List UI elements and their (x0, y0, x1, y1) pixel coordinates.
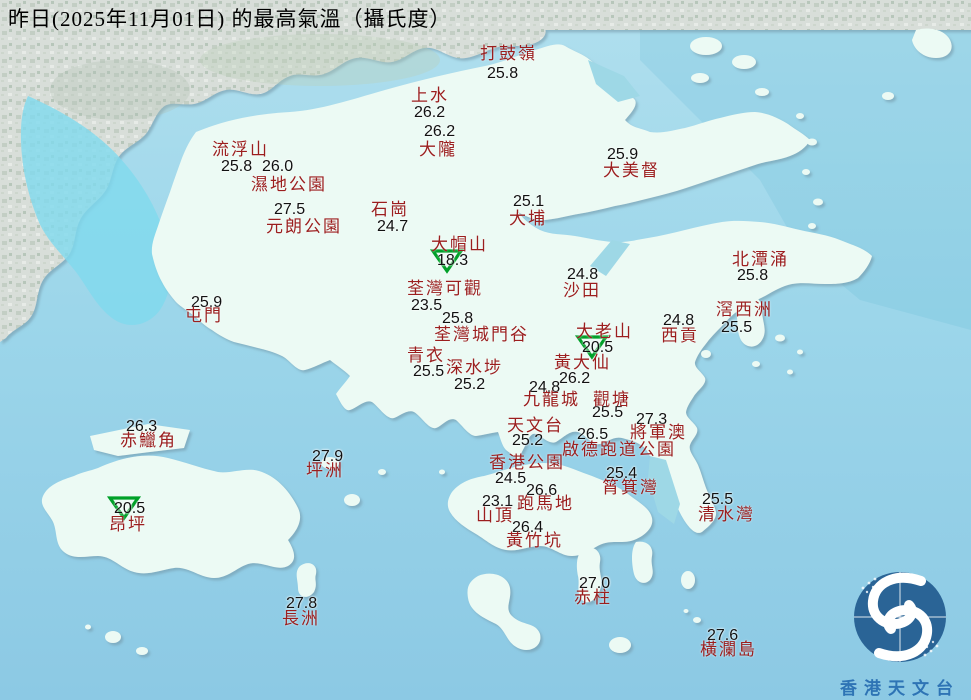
station-value: 26.2 (414, 104, 446, 121)
station-value: 25.5 (721, 319, 753, 336)
station-value: 25.5 (413, 363, 445, 380)
station-name: 赤柱 (574, 588, 612, 607)
station-name: 坪洲 (306, 461, 344, 480)
station-name: 啟德跑道公園 (562, 440, 676, 459)
station-name: 荃灣城門谷 (434, 325, 529, 344)
station-name: 天文台 (507, 416, 564, 435)
station-value: 23.5 (411, 297, 443, 314)
station-name: 深水埗 (446, 358, 503, 377)
station-value: 25.1 (513, 193, 545, 210)
station-value: 25.8 (221, 158, 253, 175)
station-name: 跑馬地 (517, 494, 574, 513)
station-name: 石崗 (371, 200, 409, 219)
stations-layer: 25.8 打鼓嶺 26.2 上水 26.2 大隴 25.8 流浮山 26.0 濕地公園 27.5 元朗… (0, 0, 971, 700)
station-name: 長洲 (282, 609, 320, 628)
station-name: 橫瀾島 (700, 640, 757, 659)
station-name: 香港公園 (489, 453, 565, 472)
station-name: 滘西洲 (716, 300, 773, 319)
station-name: 觀塘 (593, 390, 631, 409)
station-name: 赤鱲角 (120, 431, 177, 450)
weather-map: 昨日(2025年11月01日) 的最高氣溫（攝氏度） 25.8 打鼓嶺 26.2 上水… (0, 0, 971, 700)
station-name: 上水 (411, 86, 449, 105)
station-value: 26.0 (262, 158, 294, 175)
station-name: 北潭涌 (732, 250, 789, 269)
station-value: 24.7 (377, 218, 409, 235)
station-name: 沙田 (563, 281, 601, 300)
station-name: 濕地公園 (251, 175, 327, 194)
station-value: 25.8 (737, 267, 769, 284)
station-value: 25.8 (487, 65, 519, 82)
station-name: 昂坪 (109, 515, 147, 534)
station-name: 打鼓嶺 (480, 44, 537, 63)
station-value: 26.2 (424, 123, 456, 140)
station-name: 黃大仙 (554, 353, 611, 372)
station-name: 大美督 (603, 161, 660, 180)
station-name: 流浮山 (212, 140, 269, 159)
station-name: 西貢 (661, 326, 699, 345)
station-name: 元朗公園 (266, 217, 342, 236)
hko-logo-icon (854, 572, 946, 662)
station-name: 山頂 (476, 506, 514, 525)
station-name: 青衣 (407, 346, 445, 365)
station-value: 24.5 (495, 470, 527, 487)
station-name: 清水灣 (698, 505, 755, 524)
station-name: 九龍城 (523, 390, 580, 409)
station-value: 25.2 (512, 432, 544, 449)
station-value: 25.2 (454, 376, 486, 393)
station-value: 18.3 (437, 252, 469, 269)
station-name: 大隴 (419, 140, 457, 159)
hko-logo: 香港天文台 HONG KONG OBSERVATORY (829, 566, 971, 700)
station-name: 大老山 (576, 322, 633, 341)
station-name: 筲箕灣 (602, 478, 659, 497)
station-name: 大埔 (509, 209, 547, 228)
station-name: 大帽山 (431, 235, 488, 254)
station-value: 27.5 (274, 201, 306, 218)
station-name: 黃竹坑 (506, 531, 563, 550)
station-name: 荃灣可觀 (407, 279, 483, 298)
hko-logo-chinese: 香港天文台 (840, 679, 960, 698)
station-value: 26.2 (559, 370, 591, 387)
station-name: 屯門 (185, 306, 223, 325)
